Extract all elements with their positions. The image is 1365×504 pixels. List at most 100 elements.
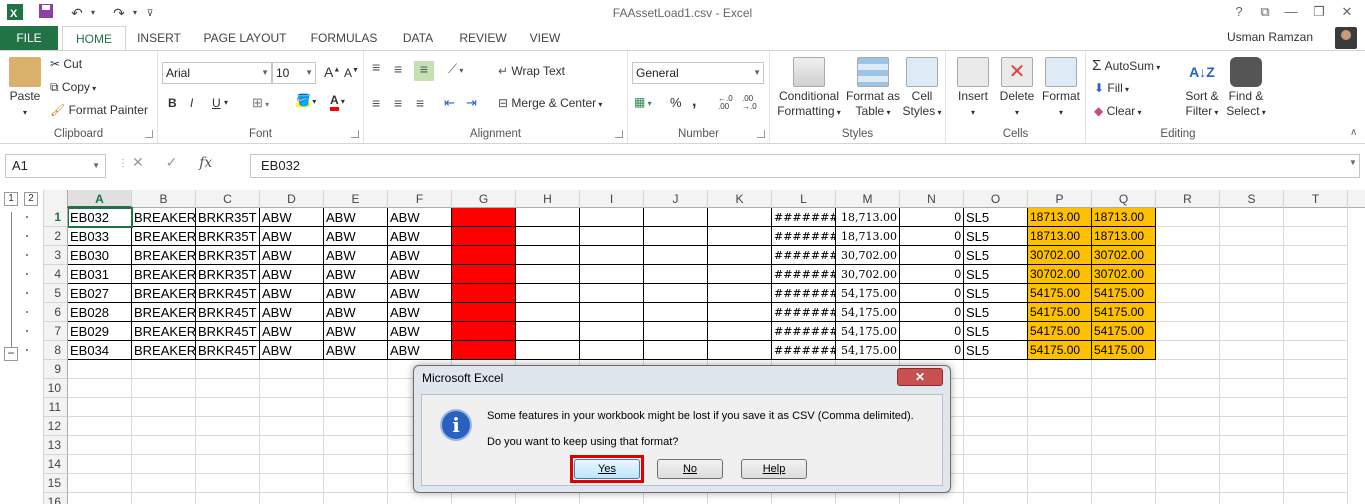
- column-header-l[interactable]: L: [772, 190, 836, 208]
- cell-c8[interactable]: BRKR45T: [196, 341, 260, 360]
- cell-o2[interactable]: SL5: [964, 227, 1028, 246]
- cell-o10[interactable]: [964, 379, 1028, 398]
- font-size-select[interactable]: 10 ▼: [272, 62, 316, 84]
- row-header[interactable]: 10: [44, 379, 68, 398]
- cell-g1[interactable]: [452, 208, 516, 227]
- minimize-button[interactable]: —: [1278, 2, 1304, 22]
- cell-r11[interactable]: [1156, 398, 1220, 417]
- paste-button[interactable]: Paste ▾: [6, 57, 44, 120]
- sort-filter-button[interactable]: A↓Z Sort & Filter ▾: [1182, 57, 1222, 120]
- no-button[interactable]: No: [657, 459, 723, 479]
- cell-l4[interactable]: ########: [772, 265, 836, 284]
- cell-s2[interactable]: [1220, 227, 1284, 246]
- column-header-q[interactable]: Q: [1092, 190, 1156, 208]
- cell-e5[interactable]: ABW: [324, 284, 388, 303]
- enter-icon[interactable]: ✓: [166, 154, 178, 170]
- cell-b7[interactable]: BREAKER: [132, 322, 196, 341]
- cell-r16[interactable]: [1156, 493, 1220, 504]
- cell-q15[interactable]: [1092, 474, 1156, 493]
- cell-c3[interactable]: BRKR35T: [196, 246, 260, 265]
- cell-r8[interactable]: [1156, 341, 1220, 360]
- cell-c2[interactable]: BRKR35T: [196, 227, 260, 246]
- cell-b12[interactable]: [132, 417, 196, 436]
- cell-t7[interactable]: [1284, 322, 1348, 341]
- cell-l1[interactable]: ########: [772, 208, 836, 227]
- cell-o7[interactable]: SL5: [964, 322, 1028, 341]
- cancel-icon[interactable]: ✕: [132, 154, 144, 170]
- cell-h8[interactable]: [516, 341, 580, 360]
- copy-dropdown-icon[interactable]: ▾: [90, 84, 96, 93]
- cell-q2[interactable]: 18713.00: [1092, 227, 1156, 246]
- cell-a14[interactable]: [68, 455, 132, 474]
- cell-e7[interactable]: ABW: [324, 322, 388, 341]
- cell-c13[interactable]: [196, 436, 260, 455]
- cell-p3[interactable]: 30702.00: [1028, 246, 1092, 265]
- cell-a10[interactable]: [68, 379, 132, 398]
- cell-q1[interactable]: 18713.00: [1092, 208, 1156, 227]
- cell-d8[interactable]: ABW: [260, 341, 324, 360]
- cell-b4[interactable]: BREAKER: [132, 265, 196, 284]
- cell-m7[interactable]: 54,175.00: [836, 322, 900, 341]
- cell-s3[interactable]: [1220, 246, 1284, 265]
- cell-l5[interactable]: ########: [772, 284, 836, 303]
- tab-file[interactable]: FILE: [0, 26, 58, 50]
- format-button[interactable]: Format ▾: [1040, 57, 1082, 120]
- underline-dropdown-icon[interactable]: ▾: [224, 98, 228, 107]
- cell-b10[interactable]: [132, 379, 196, 398]
- cell-r1[interactable]: [1156, 208, 1220, 227]
- cell-n2[interactable]: 0: [900, 227, 964, 246]
- align-left-icon[interactable]: ≡: [372, 95, 380, 111]
- cell-d4[interactable]: ABW: [260, 265, 324, 284]
- cell-t6[interactable]: [1284, 303, 1348, 322]
- delete-button[interactable]: ✕ Delete ▾: [996, 57, 1038, 120]
- cell-b3[interactable]: BREAKER: [132, 246, 196, 265]
- cell-q11[interactable]: [1092, 398, 1156, 417]
- number-launcher-icon[interactable]: [757, 130, 765, 138]
- cell-o14[interactable]: [964, 455, 1028, 474]
- cell-d9[interactable]: [260, 360, 324, 379]
- cell-p9[interactable]: [1028, 360, 1092, 379]
- cell-s1[interactable]: [1220, 208, 1284, 227]
- merge-center-button[interactable]: ⊟ Merge & Center ▾: [498, 96, 602, 110]
- cell-c15[interactable]: [196, 474, 260, 493]
- conditional-formatting-button[interactable]: Conditional Formatting ▾: [774, 57, 844, 120]
- cell-s14[interactable]: [1220, 455, 1284, 474]
- cell-k4[interactable]: [708, 265, 772, 284]
- cell-j8[interactable]: [644, 341, 708, 360]
- cell-t16[interactable]: [1284, 493, 1348, 504]
- cell-f8[interactable]: ABW: [388, 341, 452, 360]
- cell-h2[interactable]: [516, 227, 580, 246]
- clipboard-launcher-icon[interactable]: [145, 130, 153, 138]
- cell-j1[interactable]: [644, 208, 708, 227]
- cell-q12[interactable]: [1092, 417, 1156, 436]
- row-header[interactable]: 11: [44, 398, 68, 417]
- cell-a6[interactable]: EB028: [68, 303, 132, 322]
- percent-button[interactable]: %: [670, 95, 682, 110]
- row-header[interactable]: 6: [44, 303, 68, 322]
- cell-f1[interactable]: ABW: [388, 208, 452, 227]
- cell-e4[interactable]: ABW: [324, 265, 388, 284]
- cell-a12[interactable]: [68, 417, 132, 436]
- cell-r15[interactable]: [1156, 474, 1220, 493]
- cell-l6[interactable]: ########: [772, 303, 836, 322]
- cell-j2[interactable]: [644, 227, 708, 246]
- cell-d13[interactable]: [260, 436, 324, 455]
- cell-d5[interactable]: ABW: [260, 284, 324, 303]
- cut-button[interactable]: ✂ Cut: [50, 57, 82, 71]
- cell-q8[interactable]: 54175.00: [1092, 341, 1156, 360]
- cell-k6[interactable]: [708, 303, 772, 322]
- cell-i4[interactable]: [580, 265, 644, 284]
- cell-n4[interactable]: 0: [900, 265, 964, 284]
- cell-o11[interactable]: [964, 398, 1028, 417]
- cell-h1[interactable]: [516, 208, 580, 227]
- cell-c7[interactable]: BRKR45T: [196, 322, 260, 341]
- cell-i1[interactable]: [580, 208, 644, 227]
- cell-s8[interactable]: [1220, 341, 1284, 360]
- cell-h4[interactable]: [516, 265, 580, 284]
- column-header-e[interactable]: E: [324, 190, 388, 208]
- cell-e3[interactable]: ABW: [324, 246, 388, 265]
- cell-p10[interactable]: [1028, 379, 1092, 398]
- cell-f3[interactable]: ABW: [388, 246, 452, 265]
- row-header[interactable]: 2: [44, 227, 68, 246]
- cell-r10[interactable]: [1156, 379, 1220, 398]
